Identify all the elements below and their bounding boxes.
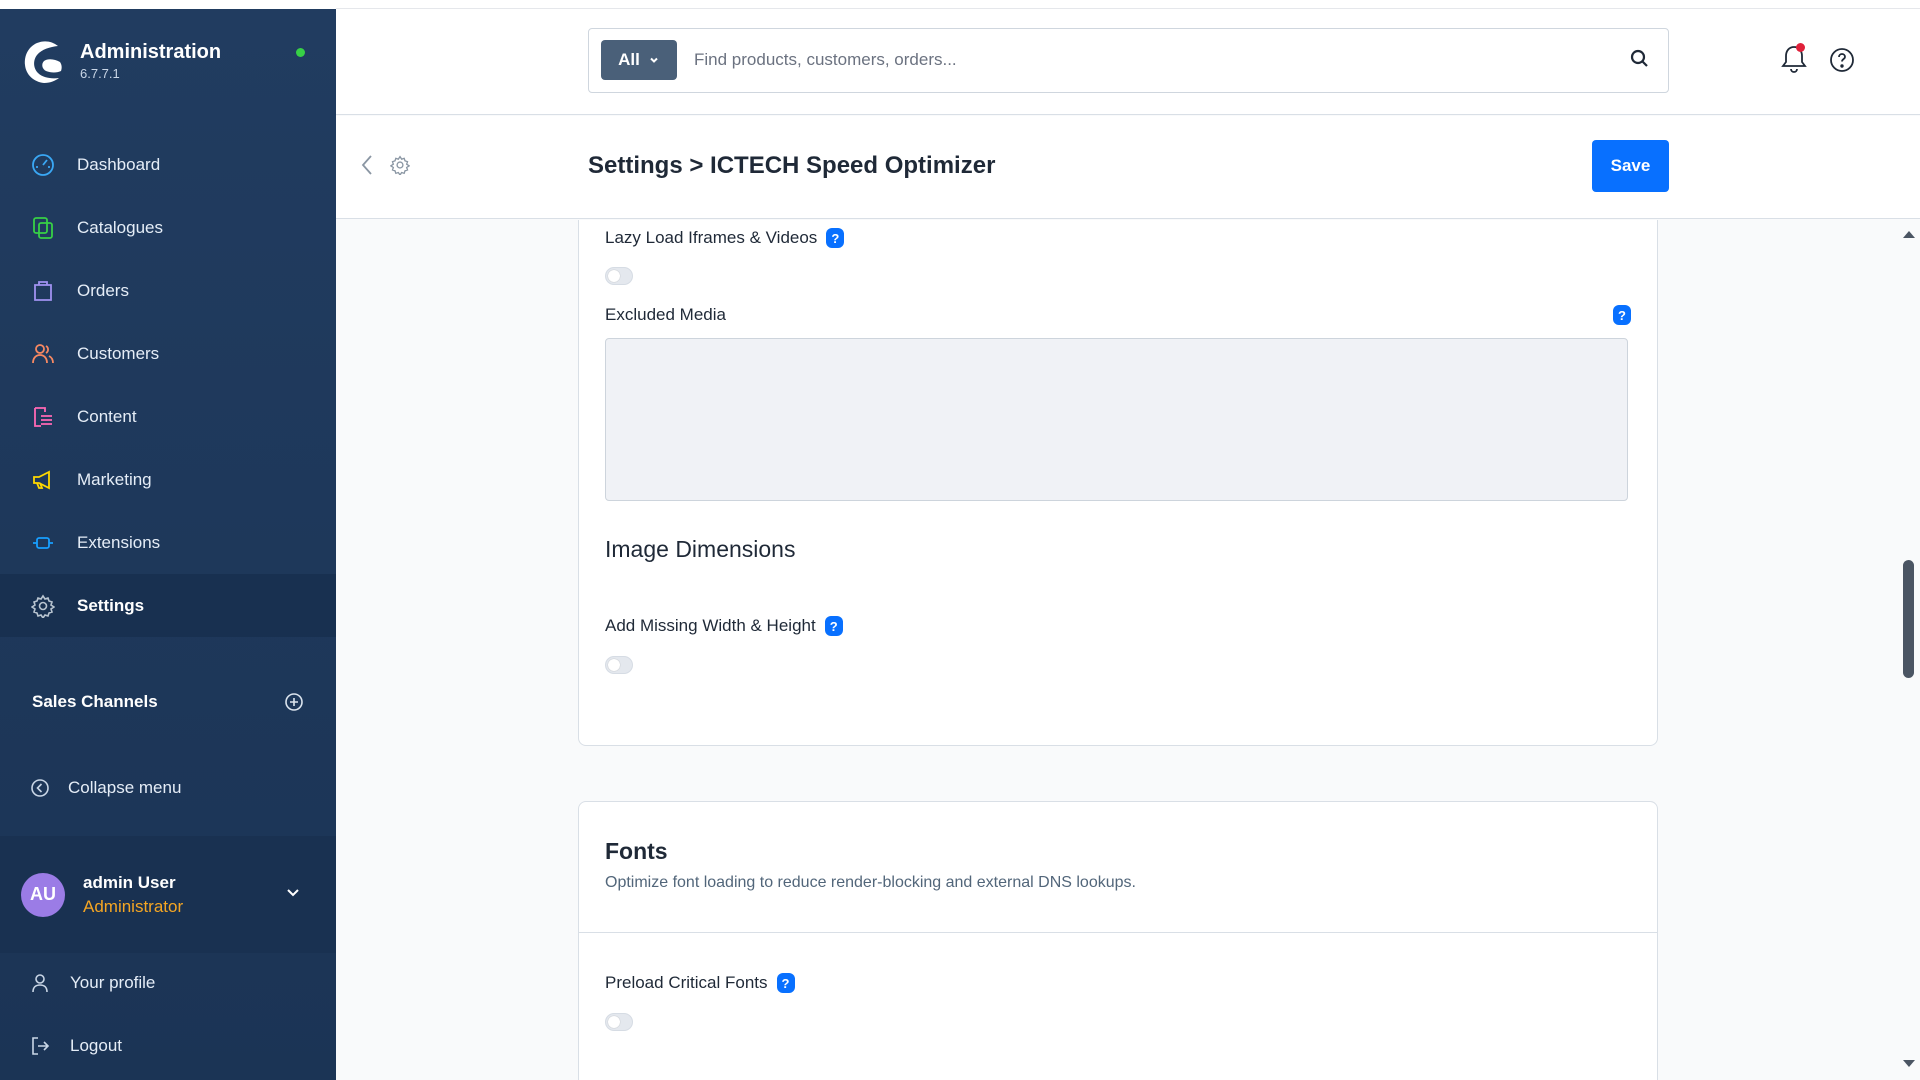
preload-critical-fonts-label: Preload Critical Fonts ? (605, 973, 795, 993)
settings-gear-icon (390, 155, 410, 175)
lazy-load-iframes-label: Lazy Load Iframes & Videos ? (605, 228, 845, 248)
window-top-edge (336, 0, 1920, 9)
sidebar-item-content[interactable]: Content (0, 385, 336, 448)
lazy-load-iframes-text: Lazy Load Iframes & Videos (605, 228, 818, 247)
lazy-load-iframes-toggle[interactable] (605, 267, 633, 285)
collapse-icon (31, 779, 49, 797)
sidebar-item-customers[interactable]: Customers (0, 322, 336, 385)
sidebar-item-label: Marketing (77, 469, 152, 489)
sidebar-item-settings[interactable]: Settings (0, 574, 336, 637)
app-title: Administration (80, 41, 222, 63)
user-role: Administrator (83, 896, 184, 916)
customers-icon (30, 341, 56, 367)
extensions-icon (30, 530, 56, 556)
help-badge-icon[interactable]: ? (776, 973, 795, 993)
top-bar: All (336, 0, 1920, 115)
logout-label: Logout (70, 1036, 122, 1055)
back-chevron-icon[interactable] (360, 154, 374, 176)
user-menu[interactable]: AU admin User Administrator (0, 836, 336, 953)
dashboard-icon (30, 152, 56, 178)
your-profile-link[interactable]: Your profile (30, 973, 155, 993)
settings-icon (30, 593, 56, 619)
sales-channels-header: Sales Channels (32, 692, 304, 712)
fonts-card-subtitle: Optimize font loading to reduce render-b… (605, 874, 1136, 891)
your-profile-label: Your profile (70, 973, 156, 992)
add-sales-channel-icon[interactable] (284, 692, 304, 712)
help-badge-icon[interactable]: ? (1613, 305, 1631, 325)
marketing-icon (30, 467, 56, 493)
avatar: AU (21, 872, 65, 917)
logout-icon (32, 1037, 50, 1055)
page-title: Settings > ICTECH Speed Optimizer (588, 152, 996, 179)
media-settings-card: Lazy Load Iframes & Videos ? Excluded Me… (578, 220, 1658, 746)
search-type-label: All (618, 50, 640, 69)
sidebar-item-dashboard[interactable]: Dashboard (0, 133, 336, 196)
sidebar-item-label: Catalogues (77, 217, 164, 237)
help-icon[interactable] (1829, 47, 1855, 73)
sidebar-item-extensions[interactable]: Extensions (0, 511, 336, 574)
fonts-card-title: Fonts (605, 838, 668, 864)
search-icon[interactable] (1630, 49, 1650, 69)
sidebar-item-label: Dashboard (77, 154, 161, 174)
sidebar-item-label: Settings (77, 595, 145, 615)
notification-dot (1796, 43, 1805, 52)
user-name: admin User (83, 872, 176, 892)
catalogues-icon (30, 215, 56, 241)
sidebar-item-label: Customers (77, 343, 160, 363)
window-top-edge (0, 0, 336, 9)
image-dimensions-heading: Image Dimensions (605, 536, 796, 562)
sidebar-item-label: Extensions (77, 532, 161, 552)
sidebar-item-orders[interactable]: Orders (0, 259, 336, 322)
smart-bar: Settings > ICTECH Speed Optimizer Save (336, 116, 1920, 219)
app-version: 6.7.7.1 (80, 66, 120, 81)
scroll-up-arrow-icon[interactable] (1902, 228, 1916, 240)
settings-content: Lazy Load Iframes & Videos ? Excluded Me… (336, 220, 1920, 1080)
logout-link[interactable]: Logout (30, 1036, 122, 1056)
save-button[interactable]: Save (1592, 140, 1669, 192)
sidebar-item-marketing[interactable]: Marketing (0, 448, 336, 511)
content-icon (30, 404, 56, 430)
collapse-menu-label: Collapse menu (68, 778, 182, 797)
sidebar-item-label: Orders (77, 280, 129, 300)
global-search: All (588, 28, 1669, 93)
add-missing-width-height-text: Add Missing Width & Height (605, 616, 816, 635)
excluded-media-label: Excluded Media (605, 305, 726, 324)
user-icon (32, 974, 48, 993)
scrollbar-thumb[interactable] (1903, 560, 1914, 678)
brand[interactable]: Administration 6.7.7.1 (22, 38, 221, 84)
sidebar-item-catalogues[interactable]: Catalogues (0, 196, 336, 259)
preload-critical-fonts-text: Preload Critical Fonts (605, 973, 768, 992)
chevron-down-icon[interactable] (285, 884, 301, 900)
search-type-select[interactable]: All (601, 40, 677, 80)
help-badge-icon[interactable]: ? (824, 616, 843, 636)
excluded-media-textarea[interactable] (605, 338, 1628, 501)
scroll-down-arrow-icon[interactable] (1902, 1058, 1916, 1070)
search-input[interactable] (694, 41, 1594, 79)
shopware-logo-icon (24, 41, 62, 83)
online-status-dot (296, 48, 305, 57)
add-missing-width-height-label: Add Missing Width & Height ? (605, 616, 843, 636)
sidebar: Administration 6.7.7.1 Dashboard Catalog… (0, 0, 336, 1080)
collapse-menu-button[interactable]: Collapse menu (30, 778, 181, 798)
help-badge-icon[interactable]: ? (826, 228, 845, 248)
card-divider (579, 932, 1657, 933)
fonts-card: Fonts Optimize font loading to reduce re… (578, 801, 1658, 1080)
add-missing-width-height-toggle[interactable] (605, 656, 633, 674)
sales-channels-label: Sales Channels (32, 692, 158, 711)
main-navigation: Dashboard Catalogues Orders Customers Co… (0, 133, 336, 637)
orders-icon (30, 278, 56, 304)
chevron-down-icon (650, 57, 658, 63)
preload-critical-fonts-toggle[interactable] (605, 1013, 633, 1031)
sidebar-item-label: Content (77, 406, 137, 426)
